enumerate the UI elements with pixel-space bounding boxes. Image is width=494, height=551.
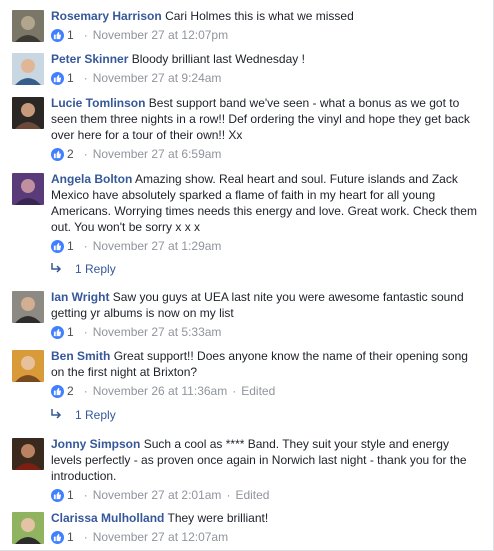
comment: Ben Smith Great support!! Does anyone kn… bbox=[12, 348, 482, 402]
timestamp[interactable]: November 27 at 1:29am bbox=[93, 238, 222, 254]
timestamp[interactable]: November 27 at 6:59am bbox=[93, 146, 222, 162]
comment-author[interactable]: Ben Smith bbox=[51, 349, 110, 363]
separator: · bbox=[83, 71, 88, 85]
avatar[interactable] bbox=[12, 173, 44, 205]
comment-text: Cari Holmes this is what we missed bbox=[165, 9, 354, 23]
like-count[interactable]: 2 bbox=[67, 383, 74, 399]
like-count[interactable]: 1 bbox=[67, 238, 74, 254]
timestamp[interactable]: November 27 at 5:33am bbox=[93, 324, 222, 340]
separator: · bbox=[226, 488, 231, 502]
reply-arrow-icon bbox=[51, 262, 63, 276]
comment-text: They were brilliant! bbox=[167, 511, 269, 525]
comment: Ian Wright Saw you guys at UEA last nite… bbox=[12, 289, 482, 343]
avatar[interactable] bbox=[12, 10, 44, 42]
comment-author[interactable]: Ian Wright bbox=[51, 290, 109, 304]
comment-author[interactable]: Jonny Simpson bbox=[51, 437, 140, 451]
like-icon bbox=[51, 71, 64, 85]
separator: · bbox=[83, 384, 88, 398]
comment-author[interactable]: Peter Skinner bbox=[51, 52, 128, 66]
like-icon bbox=[51, 239, 64, 253]
like-icon bbox=[51, 325, 64, 339]
timestamp[interactable]: November 27 at 2:01am bbox=[93, 487, 222, 503]
comment-author[interactable]: Lucie Tomlinson bbox=[51, 96, 145, 110]
comments-panel: Rosemary Harrison Cari Holmes this is wh… bbox=[0, 0, 494, 551]
avatar[interactable] bbox=[12, 350, 44, 382]
comment: Angela Bolton Amazing show. Real heart a… bbox=[12, 171, 482, 255]
like-count[interactable]: 1 bbox=[67, 529, 74, 545]
view-replies-link[interactable]: 1 Reply bbox=[51, 262, 116, 276]
like-count[interactable]: 1 bbox=[67, 70, 74, 86]
like-icon bbox=[51, 384, 64, 398]
separator: · bbox=[232, 384, 237, 398]
like-icon bbox=[51, 147, 64, 161]
comment-author[interactable]: Rosemary Harrison bbox=[51, 9, 162, 23]
like-count[interactable]: 1 bbox=[67, 324, 74, 340]
comment-text: Bloody brilliant last Wednesday ! bbox=[131, 52, 305, 66]
comment-author[interactable]: Angela Bolton bbox=[51, 172, 132, 186]
separator: · bbox=[83, 488, 88, 502]
like-icon bbox=[51, 530, 64, 544]
comment: Lucie Tomlinson Best support band we've … bbox=[12, 95, 482, 165]
comment-author[interactable]: Clarissa Mulholland bbox=[51, 511, 164, 525]
comment-text: Great support!! Does anyone know the nam… bbox=[51, 349, 468, 379]
avatar[interactable] bbox=[12, 53, 44, 85]
like-icon bbox=[51, 488, 64, 502]
separator: · bbox=[83, 239, 88, 253]
reply-count[interactable]: 1 Reply bbox=[75, 408, 116, 422]
comment-text: Saw you guys at UEA last nite you were a… bbox=[51, 290, 464, 320]
avatar[interactable] bbox=[12, 97, 44, 129]
comment: Peter Skinner Bloody brilliant last Wedn… bbox=[12, 51, 482, 89]
separator: · bbox=[83, 147, 88, 161]
comment: Clarissa Mulholland They were brilliant!… bbox=[12, 510, 482, 548]
avatar[interactable] bbox=[12, 291, 44, 323]
avatar[interactable] bbox=[12, 438, 44, 470]
comment: Jonny Simpson Such a cool as **** Band. … bbox=[12, 436, 482, 504]
like-count[interactable]: 2 bbox=[67, 146, 74, 162]
edited-label[interactable]: Edited bbox=[235, 487, 269, 503]
timestamp[interactable]: November 26 at 11:36am bbox=[93, 383, 228, 399]
reply-count[interactable]: 1 Reply bbox=[75, 262, 116, 276]
timestamp[interactable]: November 27 at 9:24am bbox=[93, 70, 222, 86]
like-icon bbox=[51, 28, 64, 42]
comment: Rosemary Harrison Cari Holmes this is wh… bbox=[12, 8, 482, 46]
separator: · bbox=[83, 28, 88, 42]
edited-label[interactable]: Edited bbox=[241, 383, 275, 399]
like-count[interactable]: 1 bbox=[67, 27, 74, 43]
view-replies-link[interactable]: 1 Reply bbox=[51, 408, 116, 422]
reply-arrow-icon bbox=[51, 408, 63, 422]
timestamp[interactable]: November 27 at 12:07am bbox=[93, 529, 228, 545]
separator: · bbox=[83, 530, 88, 544]
like-count[interactable]: 1 bbox=[67, 487, 74, 503]
timestamp[interactable]: November 27 at 12:07pm bbox=[93, 27, 228, 43]
separator: · bbox=[83, 325, 88, 339]
avatar[interactable] bbox=[12, 512, 44, 544]
